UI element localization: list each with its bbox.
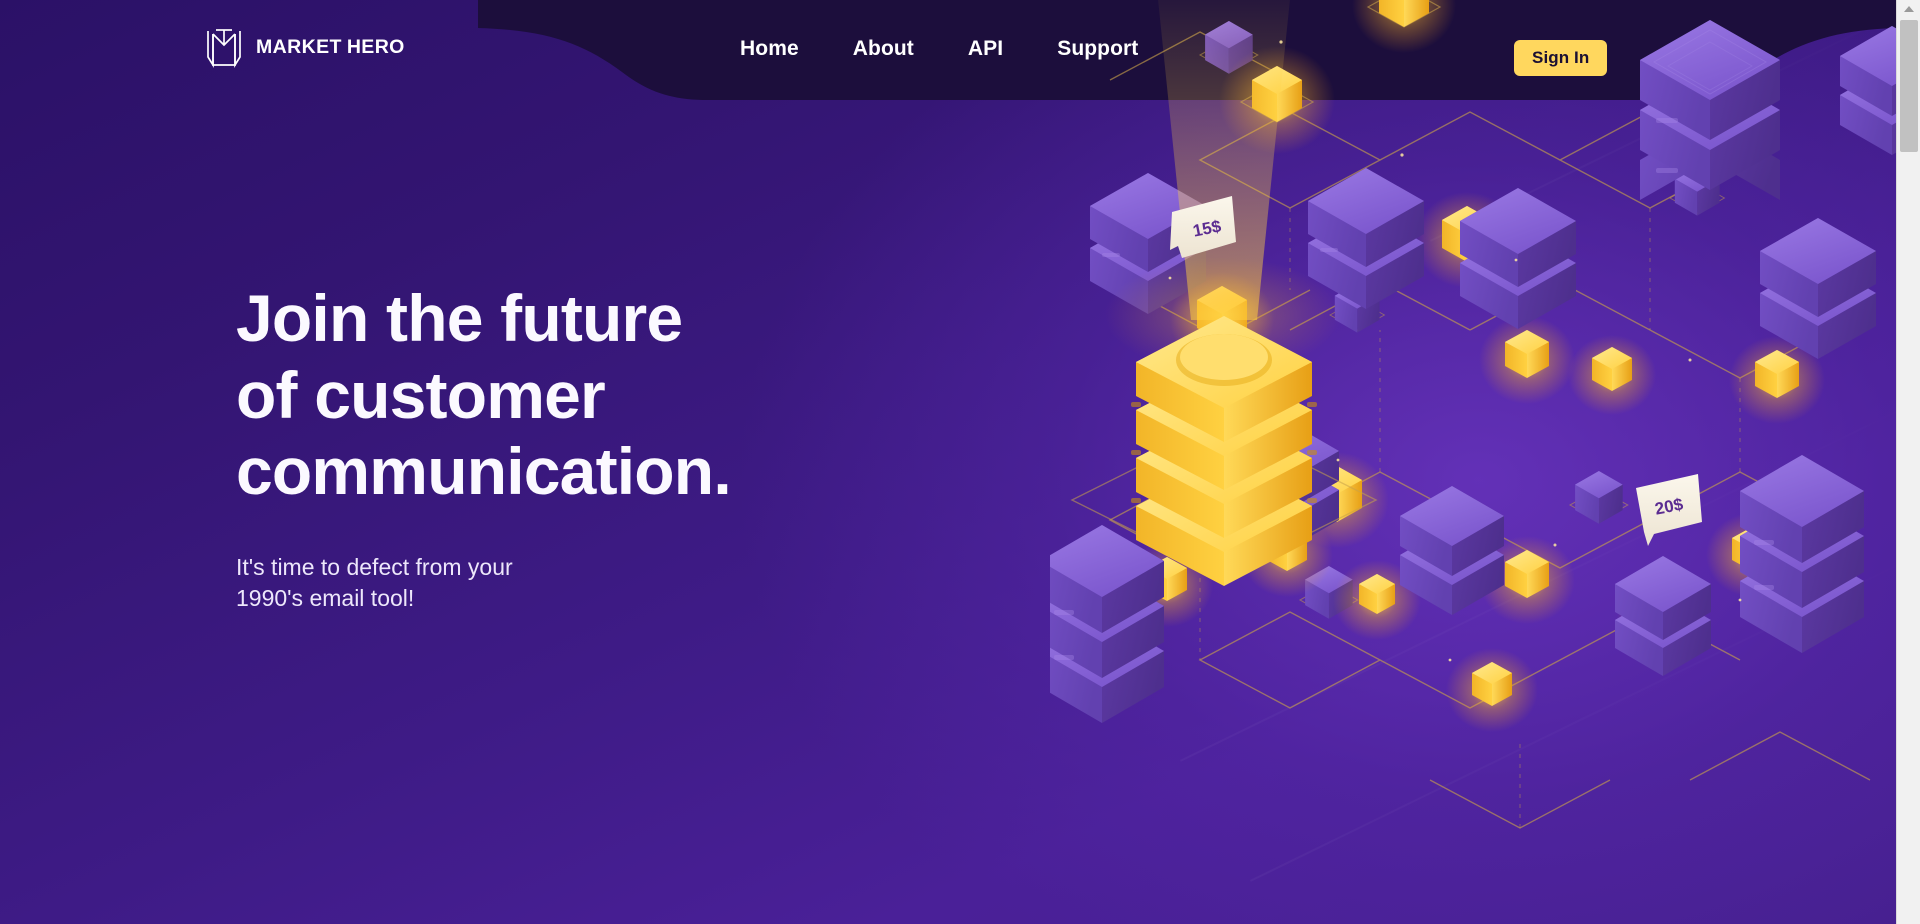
logo-wordmark: MARKET HERO [256,38,405,58]
page-title: Join the future of customer communicatio… [236,281,732,509]
logo-word-one: MARKET [256,36,342,59]
primary-nav: Home About API Support [740,38,1138,59]
price-tag-20-group: 20$ [1636,474,1702,546]
logo-word-two: HERO [346,36,405,59]
nav-link-support[interactable]: Support [1057,38,1138,59]
scrollbar-track[interactable] [1897,152,1920,924]
nav-link-home[interactable]: Home [740,38,799,59]
hero-subtitle: It's time to defect from your 1990's ema… [236,553,513,611]
scrollbar-thumb[interactable] [1900,20,1918,152]
isometric-network-illustration: 15$ 20$ [1050,0,1900,920]
site-header: MARKET HERO Home About API Support Sign I… [0,0,1896,96]
logo-link[interactable]: MARKET HERO [205,28,405,68]
nav-link-api[interactable]: API [968,38,1003,59]
chevron-up-icon[interactable] [1897,0,1920,18]
browser-viewport: 15$ 20$ MARKET HERO Home About API Suppo… [0,0,1920,924]
nav-link-about[interactable]: About [853,38,914,59]
sign-in-button[interactable]: Sign In [1514,40,1608,76]
vertical-scrollbar[interactable] [1896,0,1920,924]
hero-copy: Join the future of customer communicatio… [236,280,732,614]
market-hero-monogram-icon [207,29,241,68]
